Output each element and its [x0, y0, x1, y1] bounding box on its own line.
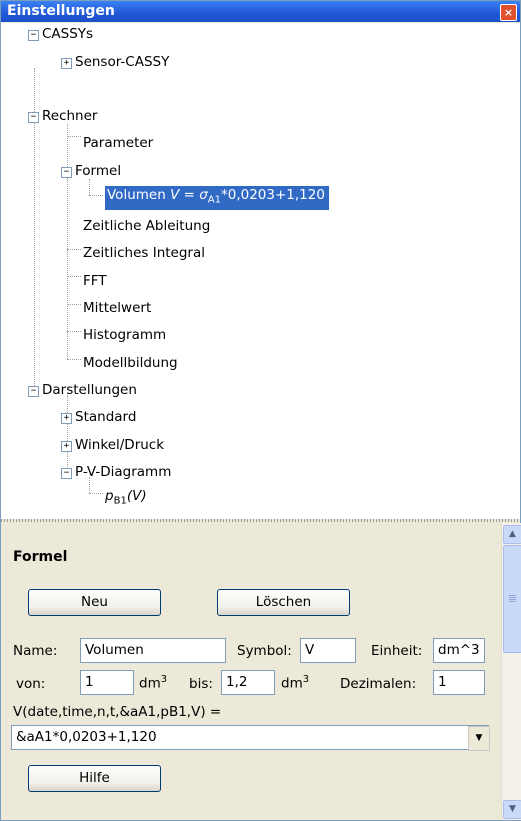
volumen-name: Volumen [107, 187, 166, 203]
collapse-icon[interactable]: − [28, 30, 39, 41]
unit-label: Einheit: [371, 643, 423, 659]
help-button[interactable]: Hilfe [28, 765, 161, 792]
chevron-up-icon: ▲ [509, 529, 516, 539]
from-unit-exp: 3 [160, 674, 168, 685]
splitter[interactable] [1, 519, 520, 522]
settings-tree[interactable]: − CASSYs + Sensor-CASSY − Rechner Parame… [1, 23, 520, 519]
panel-heading: Formel [13, 549, 68, 565]
expand-icon[interactable]: + [61, 58, 72, 69]
tree-item-fft[interactable]: FFT [83, 272, 107, 290]
tree-item-sensor-cassy[interactable]: Sensor-CASSY [75, 53, 169, 71]
tree-item-modellbildung[interactable]: Modellbildung [83, 354, 178, 372]
volumen-eq: = [179, 187, 200, 203]
tree-item-standard[interactable]: Standard [75, 408, 136, 426]
pb1-arg: (V) [126, 488, 147, 504]
from-unit: dm3 [139, 674, 167, 692]
volumen-expr: *0,0203+1,120 [221, 187, 325, 203]
unit-input[interactable]: dm^3 [433, 638, 485, 663]
to-unit-base: dm [281, 675, 303, 692]
to-label: bis: [189, 676, 213, 692]
expand-icon[interactable]: + [61, 413, 72, 424]
delete-button[interactable]: Löschen [217, 589, 350, 616]
tree-line [67, 395, 68, 477]
decimals-input[interactable]: 1 [433, 670, 485, 695]
tree-item-pv-diagramm[interactable]: P-V-Diagramm [75, 463, 171, 481]
close-button[interactable]: × [500, 4, 517, 21]
panel-scrollbar[interactable]: ▲ ▼ [501, 523, 521, 820]
from-input[interactable]: 1 [80, 670, 134, 695]
tree-line [67, 276, 81, 277]
tree-line [67, 124, 68, 359]
tree-item-darstellungen[interactable]: Darstellungen [42, 381, 137, 399]
tree-item-pb1[interactable]: pB1(V) [105, 487, 147, 511]
tree-item-volumen[interactable]: Volumen V = σA1*0,0203+1,120 [105, 186, 329, 210]
title-bar: Einstellungen × [1, 1, 520, 22]
chevron-down-icon: ▼ [475, 733, 483, 743]
to-unit-exp: 3 [302, 674, 310, 685]
tree-line [89, 493, 103, 494]
window-title: Einstellungen [7, 3, 115, 19]
tree-line [89, 195, 103, 196]
tree-item-cassys[interactable]: CASSYs [42, 25, 93, 43]
properties-panel: Formel Neu Löschen Name: Volumen Symbol:… [1, 523, 501, 820]
collapse-icon[interactable]: − [28, 386, 39, 397]
expand-icon[interactable]: + [61, 441, 72, 452]
tree-line [67, 359, 81, 360]
close-icon: × [503, 6, 514, 19]
tree-item-histogramm[interactable]: Histogramm [83, 326, 166, 344]
to-input[interactable]: 1,2 [221, 670, 275, 695]
name-label: Name: [13, 643, 58, 659]
decimals-label: Dezimalen: [340, 676, 417, 692]
name-input[interactable]: Volumen [80, 638, 226, 663]
from-unit-base: dm [139, 675, 161, 692]
settings-window: Einstellungen × − CASSYs + Sensor-CASSY … [0, 0, 521, 821]
new-button[interactable]: Neu [28, 589, 161, 616]
collapse-icon[interactable]: − [61, 167, 72, 178]
collapse-icon[interactable]: − [28, 112, 39, 123]
pb1-symbol: p [105, 488, 114, 504]
tree-line [67, 304, 81, 305]
pb1-sub: B1 [113, 495, 127, 507]
symbol-label: Symbol: [237, 643, 292, 659]
volumen-symbol: V [170, 187, 180, 203]
tree-line [89, 179, 90, 195]
tree-item-mittelwert[interactable]: Mittelwert [83, 299, 151, 317]
to-unit: dm3 [281, 674, 309, 692]
formula-input[interactable]: &aA1*0,0203+1,120 [11, 725, 489, 750]
formula-dropdown-button[interactable]: ▼ [468, 726, 490, 751]
tree-item-formel[interactable]: Formel [75, 162, 121, 180]
volumen-sub: A1 [207, 194, 221, 206]
tree-item-winkel-druck[interactable]: Winkel/Druck [75, 436, 164, 454]
volumen-sigma: σ [199, 187, 208, 203]
tree-line [67, 249, 81, 250]
tree-line [67, 331, 81, 332]
formula-signature: V(date,time,n,t,&aA1,pB1,V) = [13, 704, 222, 720]
from-label: von: [16, 676, 46, 692]
scroll-down-button[interactable]: ▼ [503, 800, 521, 819]
grip-icon [509, 595, 516, 602]
symbol-input[interactable]: V [300, 638, 356, 663]
tree-item-parameter[interactable]: Parameter [83, 134, 153, 152]
scrollbar-thumb[interactable] [503, 545, 521, 653]
tree-item-zeitliche-ableitung[interactable]: Zeitliche Ableitung [83, 217, 210, 235]
tree-item-zeitliches-integral[interactable]: Zeitliches Integral [83, 244, 205, 262]
tree-item-rechner[interactable]: Rechner [42, 107, 97, 125]
chevron-down-icon: ▼ [509, 804, 516, 814]
tree-line [67, 136, 81, 137]
collapse-icon[interactable]: − [61, 468, 72, 479]
scroll-up-button[interactable]: ▲ [503, 525, 521, 544]
